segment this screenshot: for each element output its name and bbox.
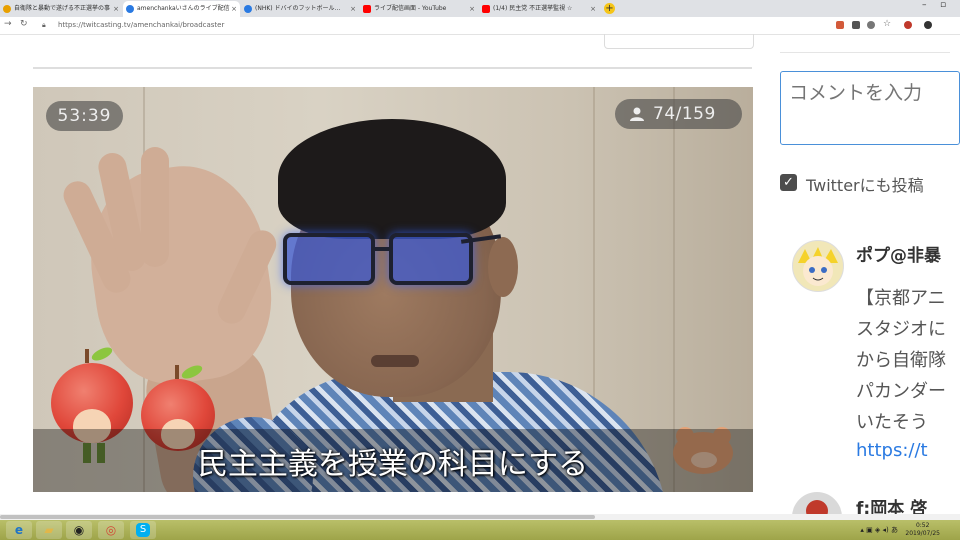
comment-link[interactable]: https://t	[856, 440, 928, 461]
tray-icons[interactable]: ▴ ▣ ◈ ◂) あ	[860, 525, 898, 535]
tab-title: amenchankaいさんのライブ配信	[137, 5, 230, 12]
minimize-icon[interactable]: –	[922, 0, 927, 10]
file-explorer-icon[interactable]: ▰	[36, 521, 62, 539]
commenter-name[interactable]: ポプ@非暴	[856, 241, 941, 266]
close-icon[interactable]: ×	[590, 1, 596, 17]
divider	[780, 52, 950, 53]
browser-tab-3[interactable]: (NHK) ドバイのフットボール… ×	[241, 1, 359, 17]
glasses	[283, 233, 375, 285]
comment-input[interactable]	[780, 71, 960, 145]
profile-icon[interactable]	[924, 21, 932, 29]
youtube-icon	[482, 5, 490, 13]
twitter-post-checkbox[interactable]: ✓	[780, 174, 797, 191]
browser-tab-1[interactable]: 自衛隊と暴動で遂げる不正選挙の事 ×	[0, 1, 122, 17]
video-caption: 民主主義を授業の科目にする	[197, 447, 589, 482]
commenter-avatar[interactable]	[792, 240, 844, 292]
chrome-icon[interactable]: ◎	[98, 521, 124, 539]
skype-icon[interactable]: S	[130, 521, 156, 539]
close-icon[interactable]: ×	[350, 1, 356, 17]
comment-text-line: いたそう	[856, 412, 928, 433]
close-icon[interactable]: ×	[469, 1, 475, 17]
cast-icon[interactable]	[852, 21, 860, 29]
clock-date: 2019/07/25	[905, 530, 940, 537]
tab-title: (1/4) 民主党 不正選挙監視 ☆	[493, 5, 573, 12]
viewer-count-text: 74/159	[653, 104, 716, 124]
new-tab-button[interactable]: +	[604, 3, 615, 14]
anime-avatar-icon	[798, 247, 838, 286]
person-icon	[630, 107, 644, 121]
bookmark-star-icon[interactable]: ☆	[883, 19, 891, 29]
comment-text-line: から自衛隊	[856, 350, 946, 371]
elapsed-timer: 53:39	[46, 101, 123, 131]
comment-text-line: パカンダー	[856, 381, 946, 402]
forward-icon[interactable]: →	[4, 19, 12, 29]
zoom-icon[interactable]	[867, 21, 875, 29]
scrollbar-thumb[interactable]	[0, 515, 595, 519]
clock-time: 0:52	[915, 522, 930, 529]
close-icon[interactable]: ×	[113, 1, 119, 17]
live-video-player[interactable]: 53:39 74/159 民主主義を授業の科目にする	[33, 87, 753, 492]
comment-text-line: 【京都アニ	[856, 288, 946, 309]
reload-icon[interactable]: ↻	[20, 19, 28, 29]
browser-tab-bar: 自衛隊と暴動で遂げる不正選挙の事 × amenchankaいさんのライブ配信 ×…	[0, 0, 960, 17]
divider	[33, 67, 752, 69]
media-icon[interactable]: ◉	[66, 521, 92, 539]
address-bar: → ↻ 🔒︎ https://twitcasting.tv/amenchanka…	[0, 17, 960, 35]
restore-icon[interactable]: ▫	[940, 0, 946, 10]
ie-icon[interactable]: e	[6, 521, 32, 539]
adblock-icon[interactable]	[904, 21, 912, 29]
tab-title: (NHK) ドバイのフットボール…	[255, 5, 341, 12]
tab-title: ライブ配信画面 - YouTube	[374, 5, 447, 12]
browser-tab-5[interactable]: (1/4) 民主党 不正選挙監視 ☆ ×	[479, 1, 599, 17]
browser-tab-4[interactable]: ライブ配信画面 - YouTube ×	[360, 1, 478, 17]
twitter-post-label: Twitterにも投稿	[806, 176, 924, 195]
tab-favicon-icon	[126, 5, 134, 13]
windows-taskbar: e ▰ ◉ ◎ S 0:52 2019/07/25 ▴ ▣ ◈ ◂) あ	[0, 520, 960, 540]
browser-tab-2[interactable]: amenchankaいさんのライブ配信 ×	[123, 1, 240, 17]
youtube-icon	[363, 5, 371, 13]
comment-text-line: スタジオに	[856, 319, 946, 340]
tab-favicon-icon	[3, 5, 11, 13]
extension-icon[interactable]	[836, 21, 844, 29]
close-icon[interactable]: ×	[231, 1, 237, 17]
lock-icon: 🔒︎	[42, 21, 46, 29]
viewer-count: 74/159	[615, 99, 742, 129]
url-field[interactable]: https://twitcasting.tv/amenchankai/broad…	[58, 21, 224, 29]
tab-title: 自衛隊と暴動で遂げる不正選挙の事	[14, 5, 111, 12]
tab-favicon-icon	[244, 5, 252, 13]
top-control-box	[604, 34, 754, 49]
system-clock[interactable]: 0:52 2019/07/25	[905, 522, 940, 538]
